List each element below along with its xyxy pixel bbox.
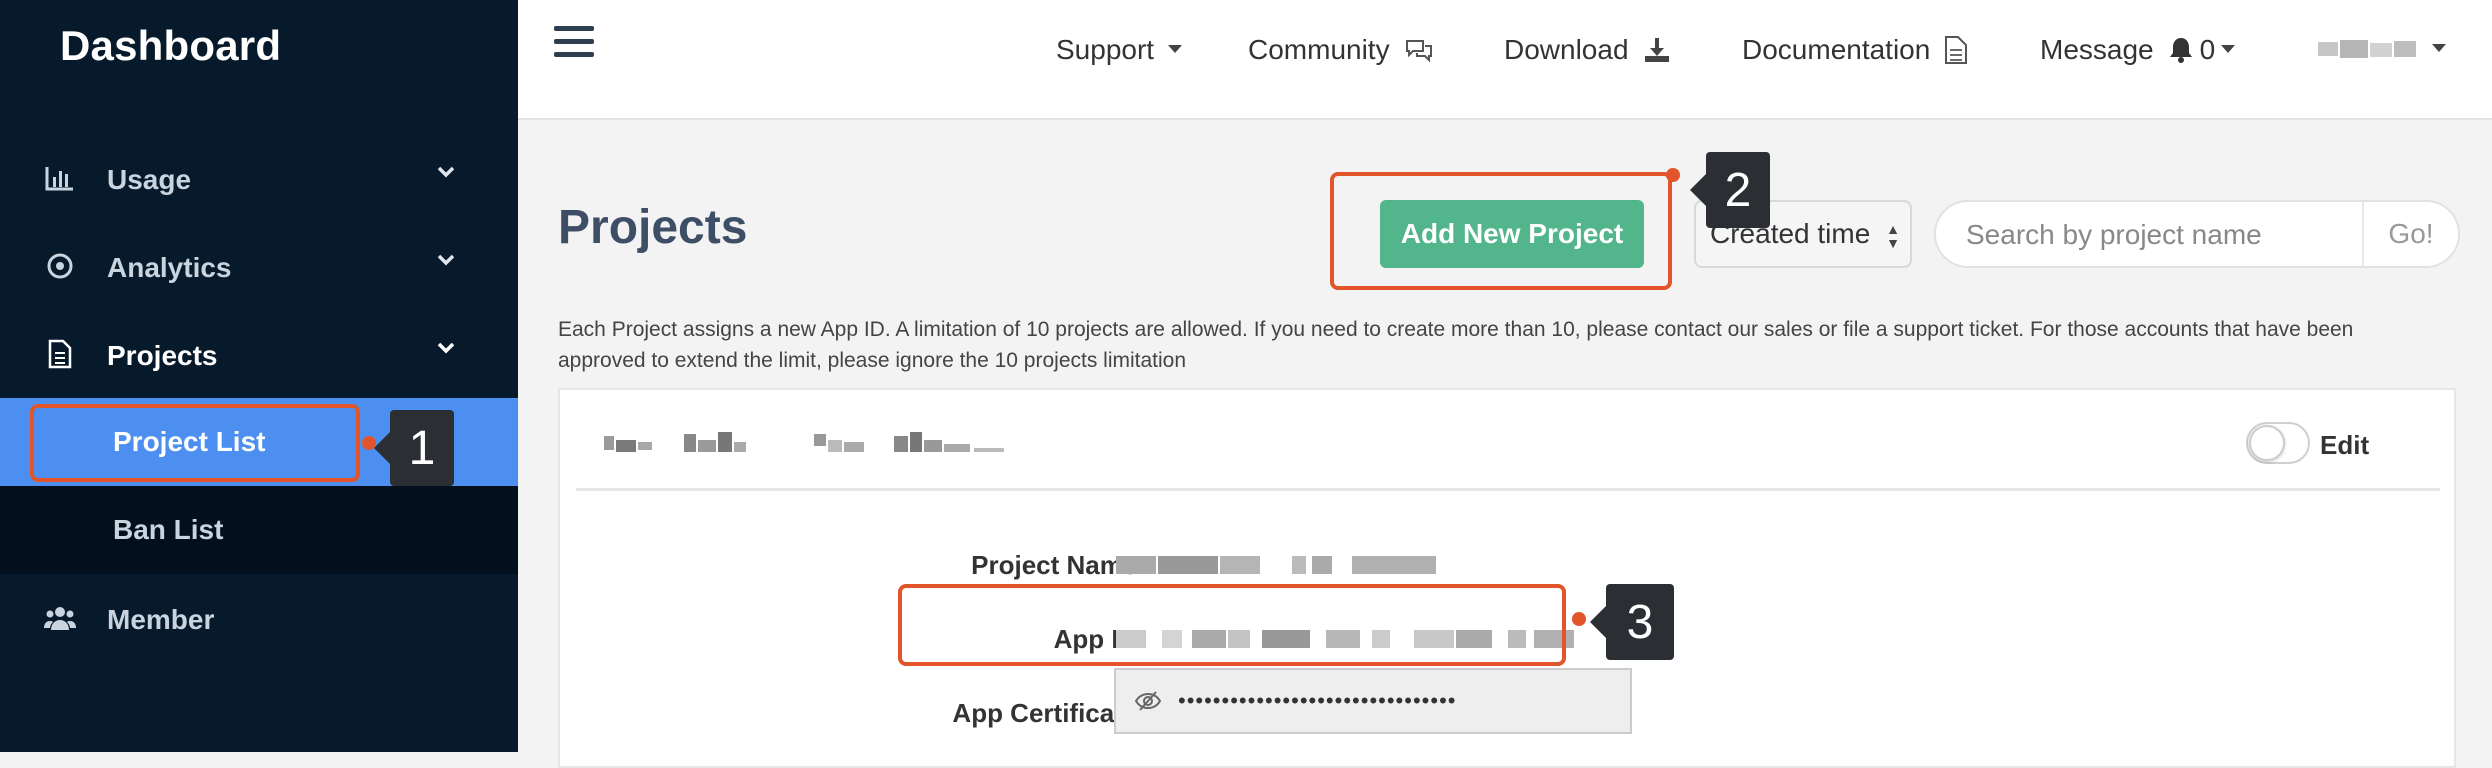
documentation-label: Documentation <box>1742 34 1931 65</box>
users-icon <box>44 602 76 634</box>
callout-3: 3 <box>1590 584 1674 660</box>
chevron-down-icon <box>432 246 460 274</box>
app-certificate-value: •••••••••••••••••••••••••••••••• <box>1178 688 1457 713</box>
sidebar-subitem-ban-list[interactable]: Ban List <box>0 486 518 574</box>
caret-down-icon <box>1168 45 1183 55</box>
bar-chart-icon <box>44 162 76 194</box>
chevron-down-icon <box>432 158 460 186</box>
support-menu[interactable]: Support <box>1056 34 1183 66</box>
project-card-header: Edit <box>576 390 2440 491</box>
download-link[interactable]: Download <box>1504 34 1671 66</box>
sidebar-subitem-label: Ban List <box>113 514 224 545</box>
chevron-down-icon <box>432 334 460 362</box>
caret-down-icon <box>2221 45 2236 55</box>
search-go-button[interactable]: Go! <box>2362 202 2458 266</box>
edit-label: Edit <box>2320 430 2370 460</box>
sidebar-item-usage[interactable]: Usage <box>0 134 518 222</box>
callout-2: 2 <box>1690 152 1770 228</box>
app-certificate-field: •••••••••••••••••••••••••••••••• <box>1114 668 1632 734</box>
eye-slash-icon[interactable] <box>1134 690 1162 717</box>
avatar <box>2318 40 2418 58</box>
community-link[interactable]: Community <box>1248 34 1434 66</box>
hamburger-menu-icon[interactable] <box>554 26 594 62</box>
project-search: Go! <box>1934 200 2460 268</box>
sidebar-item-label: Projects <box>107 340 218 371</box>
bell-icon <box>2168 36 2194 64</box>
sidebar-item-projects[interactable]: Projects <box>0 310 518 398</box>
caret-down-icon <box>2432 44 2446 54</box>
search-input[interactable] <box>1964 214 2348 256</box>
page-title: Projects <box>558 201 748 254</box>
sidebar: Dashboard Usage Analytics Projects Proje… <box>0 0 518 752</box>
message-label: Message <box>2040 34 2154 65</box>
target-icon <box>44 250 76 282</box>
document-icon <box>44 338 76 370</box>
brand-title: Dashboard <box>60 22 282 69</box>
callout-1: 1 <box>374 410 454 486</box>
highlight-app-id <box>898 584 1586 666</box>
documentation-link[interactable]: Documentation <box>1742 34 1968 66</box>
sort-arrows-icon: ▲ ▼ <box>1886 221 1900 251</box>
message-menu[interactable]: Message 0 <box>2040 34 2236 66</box>
highlight-add-new-project <box>1330 168 1680 290</box>
app-certificate-label: App Certificate: <box>952 698 1146 728</box>
message-count: 0 <box>2199 34 2216 65</box>
sidebar-item-analytics[interactable]: Analytics <box>0 222 518 310</box>
sidebar-item-label: Member <box>107 604 215 635</box>
chat-bubbles-icon <box>1404 37 1434 63</box>
edit-toggle-switch[interactable] <box>2246 422 2310 464</box>
highlight-project-list <box>30 404 376 482</box>
projects-description: Each Project assigns a new App ID. A lim… <box>558 318 2354 372</box>
document-icon <box>1944 35 1968 65</box>
user-account-menu[interactable] <box>2318 40 2446 58</box>
project-name-label: Project Name: <box>971 550 1146 580</box>
project-name-value-redacted <box>1116 556 1436 574</box>
download-label: Download <box>1504 34 1629 65</box>
support-label: Support <box>1056 34 1155 65</box>
sidebar-item-member[interactable]: Member <box>0 574 518 662</box>
project-name-redacted <box>604 432 1054 461</box>
sidebar-item-label: Usage <box>107 164 192 195</box>
top-navbar: Support Community Download Documentation… <box>518 0 2492 120</box>
community-label: Community <box>1248 34 1390 65</box>
sidebar-item-label: Analytics <box>107 252 232 283</box>
download-icon <box>1643 36 1671 64</box>
